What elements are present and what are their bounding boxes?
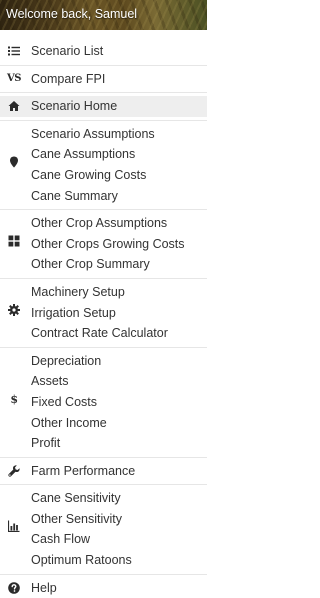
menu-section-sensitivity: Cane Sensitivity Other Sensitivity Cash … bbox=[0, 485, 207, 575]
menu-item-optimum-ratoons[interactable]: Optimum Ratoons bbox=[0, 550, 207, 571]
menu-section-setup: Machinery Setup Irrigation Setup Contrac… bbox=[0, 279, 207, 348]
menu-section-other-crops: Other Crop Assumptions Other Crops Growi… bbox=[0, 210, 207, 279]
menu-item-other-crop-assumptions[interactable]: Other Crop Assumptions bbox=[0, 213, 207, 234]
menu-item-other-income[interactable]: Other Income bbox=[0, 413, 207, 434]
menu-item-depreciation[interactable]: Depreciation bbox=[0, 351, 207, 372]
welcome-text: Welcome back, Samuel bbox=[6, 7, 138, 21]
menu-item-cane-assumptions[interactable]: Cane Assumptions bbox=[0, 144, 207, 165]
sidebar-menu: Scenario List VS Compare FPI Scenario Ho… bbox=[0, 38, 207, 598]
menu-item-other-sensitivity[interactable]: Other Sensitivity bbox=[0, 509, 207, 530]
menu-item-cane-sensitivity[interactable]: Cane Sensitivity bbox=[0, 488, 207, 509]
menu-item-irrigation-setup[interactable]: Irrigation Setup bbox=[0, 303, 207, 324]
menu-item-other-crop-summary[interactable]: Other Crop Summary bbox=[0, 254, 207, 275]
menu-section-finance: $ Depreciation Assets Fixed Costs Other … bbox=[0, 348, 207, 458]
menu-item-cash-flow[interactable]: Cash Flow bbox=[0, 529, 207, 550]
menu-item-cane-summary[interactable]: Cane Summary bbox=[0, 186, 207, 207]
menu-item-scenario-list[interactable]: Scenario List bbox=[0, 41, 207, 62]
menu-item-scenario-home[interactable]: Scenario Home bbox=[0, 96, 207, 117]
menu-section-performance: Farm Performance bbox=[0, 458, 207, 486]
menu-item-scenario-assumptions[interactable]: Scenario Assumptions bbox=[0, 124, 207, 145]
sidebar-page: Welcome back, Samuel Scenario List VS Co… bbox=[0, 0, 207, 598]
menu-item-machinery-setup[interactable]: Machinery Setup bbox=[0, 282, 207, 303]
menu-section-compare: VS Compare FPI bbox=[0, 66, 207, 94]
menu-item-fixed-costs[interactable]: Fixed Costs bbox=[0, 392, 207, 413]
menu-item-cane-growing-costs[interactable]: Cane Growing Costs bbox=[0, 165, 207, 186]
menu-item-assets[interactable]: Assets bbox=[0, 371, 207, 392]
menu-section-scenario-list: Scenario List bbox=[0, 38, 207, 66]
menu-item-help[interactable]: Help bbox=[0, 578, 207, 598]
menu-section-cane: Scenario Assumptions Cane Assumptions Ca… bbox=[0, 121, 207, 211]
welcome-banner: Welcome back, Samuel bbox=[0, 0, 207, 30]
menu-item-contract-rate-calculator[interactable]: Contract Rate Calculator bbox=[0, 323, 207, 344]
menu-item-profit[interactable]: Profit bbox=[0, 433, 207, 454]
home-icon bbox=[8, 100, 20, 112]
menu-section-home: Scenario Home bbox=[0, 93, 207, 121]
menu-section-help: Help bbox=[0, 575, 207, 598]
menu-item-farm-performance[interactable]: Farm Performance bbox=[0, 461, 207, 482]
menu-item-other-crops-growing-costs[interactable]: Other Crops Growing Costs bbox=[0, 234, 207, 255]
menu-item-compare-fpi[interactable]: Compare FPI bbox=[0, 69, 207, 90]
